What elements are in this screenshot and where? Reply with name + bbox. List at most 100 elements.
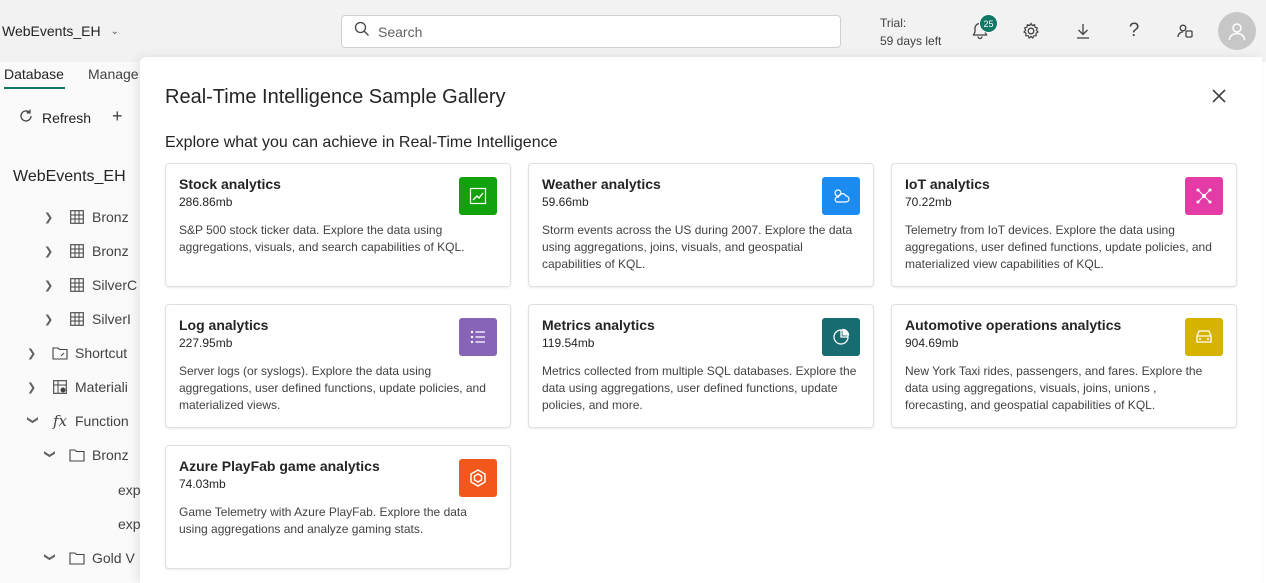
add-icon[interactable]: + <box>112 106 123 127</box>
tab-manage[interactable]: Manage <box>88 66 139 82</box>
search-icon <box>354 21 370 42</box>
tree-item-label: SilverI <box>92 311 131 327</box>
table-icon <box>68 243 86 259</box>
sample-card-log[interactable]: Log analytics 227.95mb Server logs (or s… <box>165 304 511 428</box>
folder-icon <box>68 550 86 566</box>
chevron-right-icon: ❯ <box>44 279 54 292</box>
card-size: 119.54mb <box>542 336 595 350</box>
notification-badge: 25 <box>979 14 998 33</box>
table-icon <box>68 209 86 225</box>
card-title: Automotive operations analytics <box>905 317 1122 333</box>
chevron-right-icon: ❯ <box>27 381 37 394</box>
download-icon[interactable] <box>1071 19 1095 43</box>
list-icon <box>459 318 497 356</box>
folder-icon <box>68 447 86 463</box>
card-description: S&P 500 stock ticker data. Explore the d… <box>179 223 465 254</box>
search-input[interactable] <box>378 23 818 40</box>
card-size: 227.95mb <box>179 336 233 350</box>
search-box[interactable] <box>341 15 841 48</box>
tree-item-label: Shortcut <box>75 345 128 361</box>
table-icon <box>68 311 86 327</box>
chevron-down-icon: ⌄ <box>110 25 119 37</box>
trial-status[interactable]: Trial: 59 days left <box>880 14 941 50</box>
card-description: New York Taxi rides, passengers, and far… <box>905 364 1203 412</box>
tree-item-label: Materiali <box>75 379 128 395</box>
avatar[interactable] <box>1218 12 1256 50</box>
sample-card-automotive[interactable]: Automotive operations analytics 904.69mb… <box>891 304 1237 428</box>
card-title: Azure PlayFab game analytics <box>179 458 380 474</box>
shortcut-folder-icon <box>51 345 69 361</box>
top-bar: WebEvents_EH ⌄ Trial: 59 days left 25 ? <box>0 0 1266 62</box>
help-icon[interactable]: ? <box>1122 19 1146 43</box>
card-title: Stock analytics <box>179 176 281 192</box>
tree-item[interactable]: ❯ fx Function <box>27 411 129 431</box>
gallery-title: Real-Time Intelligence Sample Gallery <box>165 86 506 108</box>
card-description: Game Telemetry with Azure PlayFab. Explo… <box>179 505 467 536</box>
card-size: 59.66mb <box>542 195 589 209</box>
refresh-label: Refresh <box>42 109 92 126</box>
tree-item[interactable]: ❯ Shortcut <box>27 343 127 363</box>
database-name: WebEvents_EH <box>13 168 126 185</box>
share-icon[interactable] <box>1173 19 1197 43</box>
card-title: Log analytics <box>179 317 269 333</box>
card-description: Metrics collected from multiple SQL data… <box>542 364 857 412</box>
tree-item[interactable]: exp <box>118 514 141 534</box>
tree-item-label: SilverC <box>92 277 138 293</box>
tree-item[interactable]: ❯ SilverI <box>44 309 131 329</box>
refresh-button[interactable]: Refresh <box>18 108 91 127</box>
tree-item-label: Bronz <box>92 447 129 463</box>
tree-item[interactable]: ❯ Bronz <box>44 445 129 465</box>
database-explorer: Database Manage Refresh + WebEvents_EH ❯… <box>0 62 145 583</box>
chevron-right-icon: ❯ <box>44 313 54 326</box>
sample-card-weather[interactable]: Weather analytics 59.66mb Storm events a… <box>528 163 874 287</box>
table-icon <box>68 277 86 293</box>
tree-item[interactable]: exp <box>118 480 141 500</box>
tree-item[interactable]: ❯ Materiali <box>27 377 128 397</box>
chevron-right-icon: ❯ <box>44 245 54 258</box>
chevron-down-icon: ❯ <box>43 552 56 562</box>
card-size: 904.69mb <box>905 336 959 350</box>
tree-item-label: Bronz <box>92 209 129 225</box>
tree-item-label: Function <box>75 413 129 429</box>
materialized-view-icon <box>51 379 69 395</box>
sample-card-stock[interactable]: Stock analytics 286.86mb S&P 500 stock t… <box>165 163 511 287</box>
chevron-down-icon: ❯ <box>43 449 56 459</box>
tree-item[interactable]: ❯ Bronz <box>44 241 129 261</box>
tree-item-label: exp <box>118 482 141 498</box>
tree-item[interactable]: ❯ SilverC <box>44 275 137 295</box>
active-tab-indicator <box>4 87 65 89</box>
tree-item-label: exp <box>118 516 141 532</box>
card-title: IoT analytics <box>905 176 990 192</box>
chevron-right-icon: ❯ <box>27 347 37 360</box>
card-description: Storm events across the US during 2007. … <box>542 223 853 271</box>
tree-item-label: Gold V <box>92 550 135 566</box>
pie-chart-icon <box>822 318 860 356</box>
chevron-right-icon: ❯ <box>44 211 54 224</box>
chevron-down-icon: ❯ <box>26 415 39 425</box>
gear-icon[interactable] <box>1019 19 1043 43</box>
trial-days: 59 days left <box>880 34 942 48</box>
tree-item[interactable]: ❯ Gold V <box>44 548 135 568</box>
tree-item-label: Bronz <box>92 243 129 259</box>
card-size: 70.22mb <box>905 195 952 209</box>
sample-card-metrics[interactable]: Metrics analytics 119.54mb Metrics colle… <box>528 304 874 428</box>
sample-gallery-panel: Real-Time Intelligence Sample Gallery Ex… <box>140 57 1262 583</box>
weather-icon <box>822 177 860 215</box>
sample-card-playfab[interactable]: Azure PlayFab game analytics 74.03mb Gam… <box>165 445 511 569</box>
workspace-switcher[interactable]: WebEvents_EH ⌄ <box>2 23 119 39</box>
function-icon: fx <box>52 412 67 430</box>
refresh-icon <box>18 108 34 127</box>
card-description: Telemetry from IoT devices. Explore the … <box>905 223 1212 271</box>
tab-database[interactable]: Database <box>4 66 64 82</box>
trend-chart-icon <box>459 177 497 215</box>
tree-item[interactable]: ❯ Bronz <box>44 207 129 227</box>
playfab-icon <box>459 459 497 497</box>
trial-label: Trial: <box>880 16 907 30</box>
workspace-name: WebEvents_EH <box>2 23 101 39</box>
card-size: 74.03mb <box>179 477 226 491</box>
card-title: Weather analytics <box>542 176 661 192</box>
car-icon <box>1185 318 1223 356</box>
close-icon[interactable] <box>1208 85 1230 107</box>
sample-card-iot[interactable]: IoT analytics 70.22mb Telemetry from IoT… <box>891 163 1237 287</box>
iot-network-icon <box>1185 177 1223 215</box>
